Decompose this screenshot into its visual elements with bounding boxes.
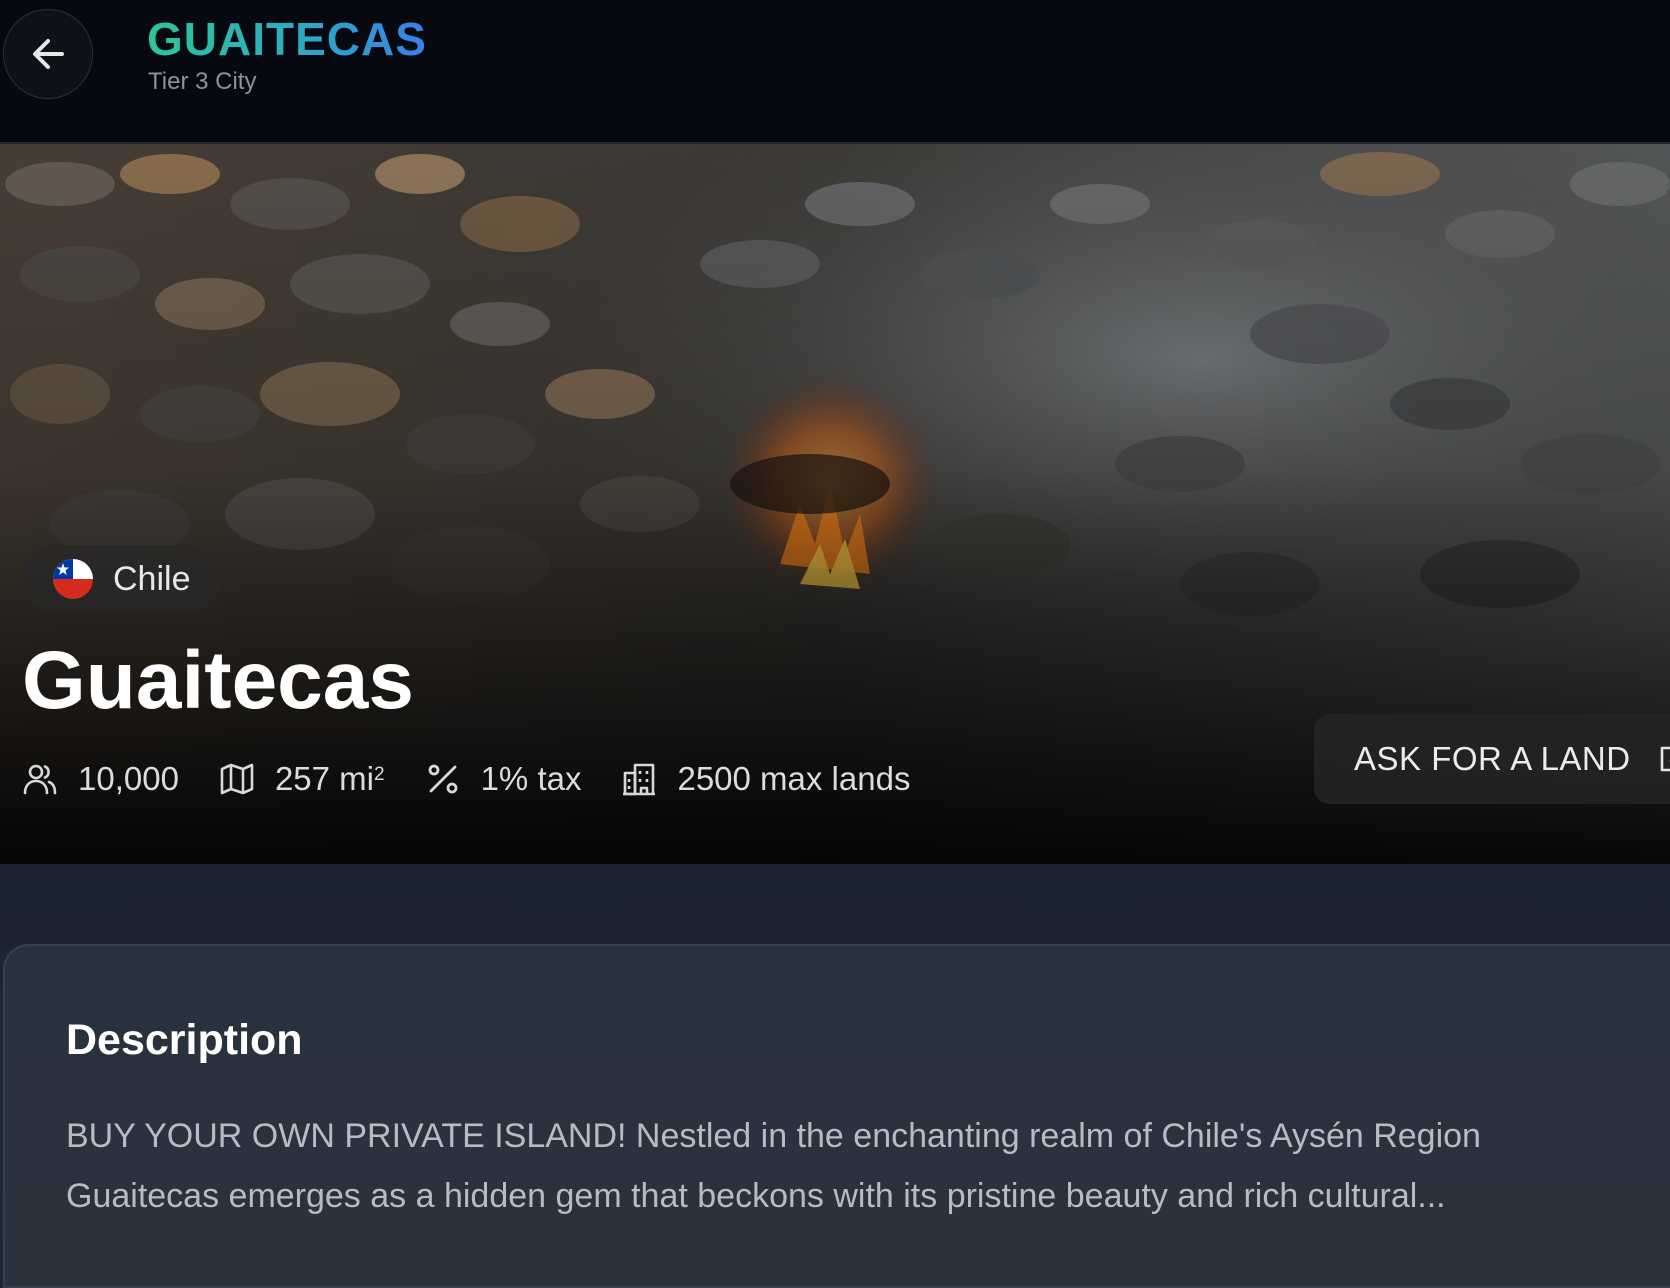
description-line-1: BUY YOUR OWN PRIVATE ISLAND! Nestled in … — [66, 1117, 1481, 1155]
top-header: GUAITECAS Tier 3 City — [0, 0, 1670, 144]
population-value: 10,000 — [78, 760, 179, 797]
country-badge[interactable]: Chile — [22, 545, 220, 613]
max-lands-value: 2500 max lands — [677, 760, 911, 797]
description-text: BUY YOUR OWN PRIVATE ISLAND! Nestled in … — [66, 1106, 1670, 1226]
tax-stat: 1% tax — [425, 760, 582, 798]
area-stat: 257 mi 2 — [219, 760, 385, 798]
description-line-2: Guaitecas emerges as a hidden gem that b… — [66, 1177, 1446, 1215]
main-content: Description BUY YOUR OWN PRIVATE ISLAND!… — [0, 864, 1670, 1288]
chile-flag-icon — [53, 559, 93, 599]
city-heading: Guaitecas — [22, 635, 414, 726]
hero-banner: Chile Guaitecas 10,000 257 mi 2 1% tax 2… — [0, 144, 1670, 864]
max-lands-stat: 2500 max lands — [621, 760, 910, 798]
percent-icon — [428, 764, 457, 794]
city-tier: Tier 3 City — [148, 68, 257, 95]
back-button[interactable] — [3, 9, 93, 99]
area-value: 257 mi — [274, 760, 374, 797]
arrow-left-icon — [33, 39, 64, 69]
country-name: Chile — [113, 559, 191, 598]
ask-for-land-label: ASK FOR A LAND — [1354, 740, 1631, 777]
city-stats: 10,000 257 mi 2 1% tax 2500 max lands — [22, 754, 950, 804]
description-card: Description BUY YOUR OWN PRIVATE ISLAND!… — [3, 944, 1670, 1288]
area-unit-exponent: 2 — [374, 764, 385, 785]
description-title: Description — [66, 1016, 303, 1064]
map-icon — [220, 763, 254, 795]
tax-value: 1% tax — [480, 760, 582, 797]
building-icon — [623, 763, 656, 796]
users-icon — [23, 764, 57, 795]
external-link-icon — [1660, 746, 1670, 772]
city-title: GUAITECAS — [147, 13, 427, 65]
population-stat: 10,000 — [22, 760, 179, 798]
ask-for-land-button[interactable]: ASK FOR A LAND — [1314, 714, 1670, 804]
